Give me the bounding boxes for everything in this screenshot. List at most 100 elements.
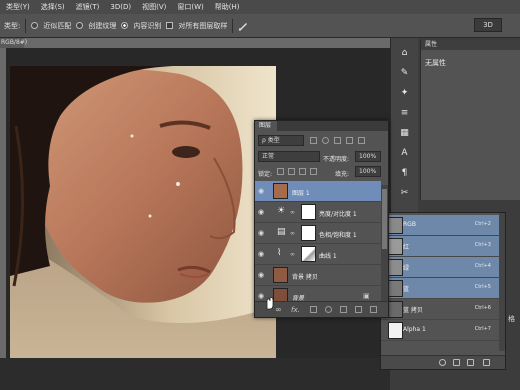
lock-image-icon[interactable]	[288, 168, 295, 175]
filter-pixel-icon[interactable]	[310, 137, 317, 144]
visibility-eye-icon[interactable]: ◉	[258, 272, 264, 279]
lock-position-icon[interactable]	[299, 168, 306, 175]
sample-all-layers-checkbox[interactable]	[166, 22, 174, 29]
character-icon[interactable]: A	[399, 148, 411, 158]
channel-row[interactable]: ◉ RGB Ctrl+2	[381, 215, 499, 236]
radio-content-aware-label: 内容识别	[133, 21, 162, 30]
layers-scrollbar[interactable]	[381, 185, 388, 301]
tool-presets-icon[interactable]: ✂	[399, 188, 411, 198]
canvas-photo[interactable]	[10, 66, 276, 358]
radio-proximity-match-label: 近似匹配	[43, 21, 72, 30]
channels-panel: ◉ RGB Ctrl+2 ◉ 红 Ctrl+3 ◉ 绿 Ctrl+4 ◉ 蓝 C…	[380, 212, 506, 370]
lock-all-icon[interactable]	[310, 168, 317, 175]
divider	[232, 18, 234, 33]
save-selection-icon[interactable]	[453, 359, 460, 366]
new-group-icon[interactable]	[340, 306, 347, 313]
menu-item-help[interactable]: 帮助(H)	[215, 2, 240, 12]
status-bar	[0, 358, 390, 390]
side-label: 格	[508, 315, 515, 323]
channel-row[interactable]: 蓝 拷贝 Ctrl+6	[381, 299, 499, 320]
no-properties-label: 无属性	[425, 59, 446, 67]
link-layers-icon[interactable]: ∞	[275, 305, 282, 314]
clone-source-icon[interactable]: ✦	[399, 88, 411, 98]
channel-row[interactable]: Alpha 1 Ctrl+7	[381, 320, 499, 341]
filter-type-icon[interactable]	[334, 137, 341, 144]
filter-adjustment-icon[interactable]	[322, 137, 329, 144]
link-chain-icon: ∞	[290, 230, 295, 237]
new-channel-icon[interactable]	[467, 359, 474, 366]
channel-row[interactable]: ◉ 蓝 Ctrl+5	[381, 278, 499, 299]
filter-shape-icon[interactable]	[346, 137, 353, 144]
fill-input[interactable]: 100%	[355, 166, 381, 177]
scrollbar-thumb[interactable]	[382, 189, 387, 249]
menu-bar: 类型(Y) 选择(S) 滤镜(T) 3D(D) 视图(V) 窗口(W) 帮助(H…	[0, 0, 520, 14]
layer-mask-thumbnail	[301, 204, 316, 220]
visibility-eye-icon[interactable]: ◉	[258, 251, 264, 258]
delete-layer-icon[interactable]	[370, 306, 377, 313]
curves-adjustment-icon: ⌇	[277, 248, 282, 258]
layer-row[interactable]: ◉ 背景 拷贝	[255, 265, 381, 286]
menu-item-filter[interactable]: 滤镜(T)	[76, 2, 100, 12]
radio-proximity-match[interactable]	[31, 22, 39, 29]
menu-item-window[interactable]: 窗口(W)	[177, 2, 203, 12]
layer-name: 图层 1	[292, 190, 310, 197]
channel-thumbnail	[388, 238, 403, 255]
layer-row[interactable]: ◉ ▤ ∞ 色相/饱和度 1	[255, 223, 381, 244]
load-selection-icon[interactable]	[439, 359, 446, 366]
radio-create-texture[interactable]	[76, 22, 84, 29]
channel-name: 红	[403, 244, 410, 251]
brightness-adjustment-icon: ☀	[277, 206, 286, 216]
menu-item-3d[interactable]: 3D(D)	[110, 3, 131, 11]
history-icon[interactable]: ⌂	[399, 48, 411, 58]
channel-shortcut: Ctrl+4	[474, 263, 491, 269]
menu-item-select[interactable]: 选择(S)	[41, 2, 65, 12]
channel-shortcut: Ctrl+7	[474, 326, 491, 332]
blend-mode-select[interactable]: 正常	[258, 151, 320, 162]
filter-smart-object-icon[interactable]	[358, 137, 365, 144]
layer-name: 曲线 1	[319, 253, 337, 260]
options-bar: 类型: 近似匹配 创建纹理 内容识别 对所有图层取样	[0, 14, 520, 38]
layers-tab[interactable]: 图层	[255, 121, 277, 131]
visibility-eye-icon[interactable]: ◉	[258, 209, 264, 216]
lock-transparent-icon[interactable]	[277, 168, 284, 175]
layer-filter-select[interactable]: ρ 类型	[258, 135, 304, 146]
type-label: 类型:	[4, 21, 21, 30]
layer-row[interactable]: ◉ ☀ ∞ 亮度/对比度 1	[255, 202, 381, 223]
channel-row[interactable]: ◉ 红 Ctrl+3	[381, 236, 499, 257]
new-adjustment-layer-icon[interactable]	[325, 306, 332, 313]
fill-label: 填充:	[335, 171, 350, 178]
photo-image	[10, 66, 276, 358]
delete-channel-icon[interactable]	[483, 359, 490, 366]
visibility-eye-icon[interactable]: ◉	[258, 230, 264, 237]
paragraph-icon[interactable]: ¶	[399, 168, 411, 178]
brush-preset-icon[interactable]: ✎	[399, 68, 411, 78]
channel-name: 蓝 拷贝	[403, 307, 423, 314]
workspace-3d-button[interactable]: 3D	[474, 18, 502, 32]
radio-content-aware[interactable]	[121, 22, 129, 29]
channel-thumbnail	[388, 322, 403, 339]
layer-row[interactable]: ◉ 图层 1	[255, 181, 381, 202]
menu-item-view[interactable]: 视图(V)	[142, 2, 166, 12]
layer-row[interactable]: ◉ ⌇ ∞ 曲线 1	[255, 244, 381, 265]
channel-thumbnail	[388, 259, 403, 276]
channel-row[interactable]: ◉ 绿 Ctrl+4	[381, 257, 499, 278]
channels-footer	[381, 355, 505, 369]
document-tab[interactable]: RGB/8#)	[0, 38, 27, 48]
layer-style-fx-icon[interactable]: fx.	[291, 306, 300, 314]
adjustments-icon[interactable]: ≡	[399, 108, 411, 118]
menu-item-type[interactable]: 类型(Y)	[6, 2, 30, 12]
layer-name: 背景 拷贝	[292, 274, 318, 281]
pressure-brush-icon[interactable]	[238, 20, 249, 31]
swatches-icon[interactable]: ▦	[399, 128, 411, 138]
new-layer-icon[interactable]	[355, 306, 362, 313]
channel-thumbnail	[388, 301, 403, 318]
radio-create-texture-label: 创建纹理	[88, 21, 117, 30]
channel-thumbnail	[388, 280, 403, 297]
add-mask-icon[interactable]	[310, 306, 317, 313]
channel-name: 蓝	[403, 286, 410, 293]
channels-scrollbar[interactable]	[499, 213, 505, 351]
visibility-eye-icon[interactable]: ◉	[258, 188, 264, 195]
channel-thumbnail	[388, 217, 403, 234]
channel-name: RGB	[403, 221, 416, 228]
opacity-input[interactable]: 100%	[355, 151, 381, 162]
